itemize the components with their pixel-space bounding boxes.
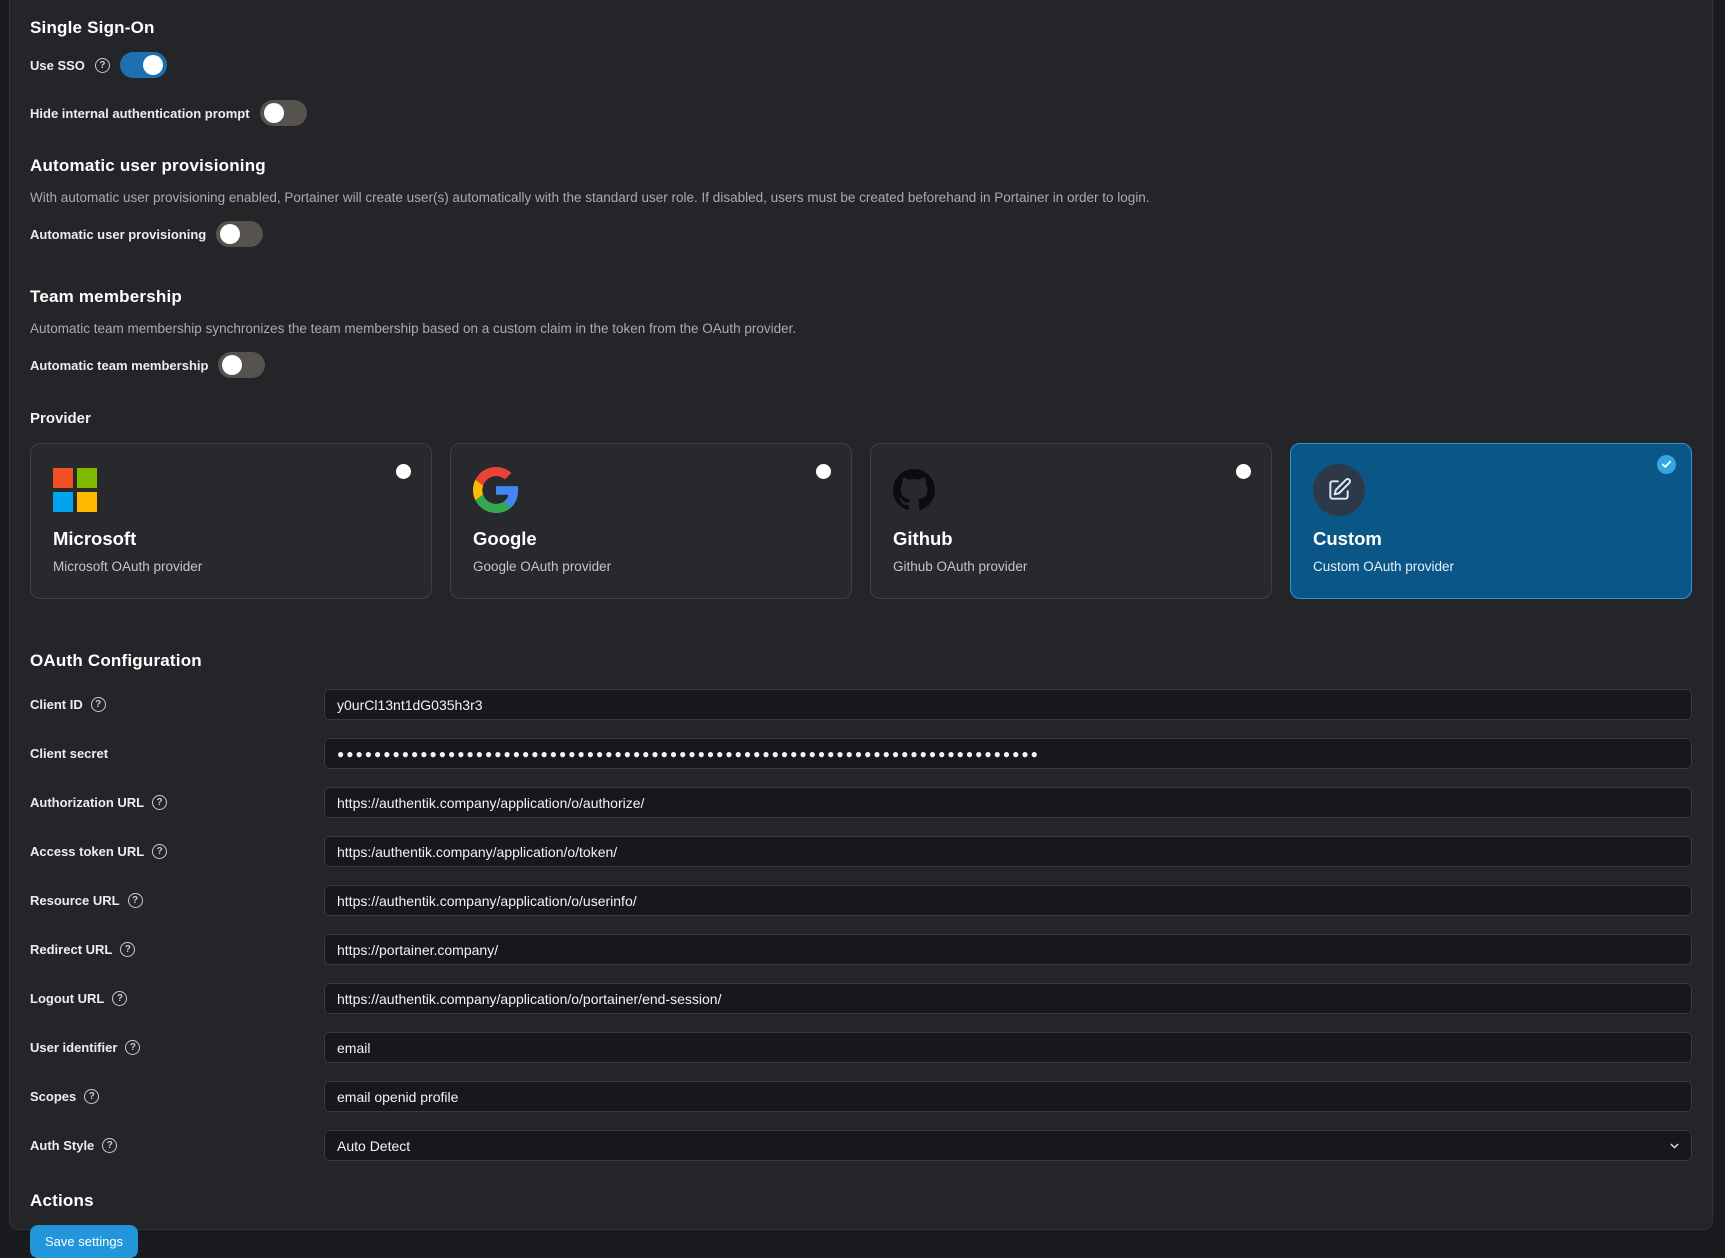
form-row-logout-url: Logout URL? (30, 983, 1692, 1014)
toggle-knob (222, 355, 242, 375)
help-icon[interactable]: ? (152, 844, 167, 859)
field-label-auth-style: Auth Style? (30, 1138, 324, 1153)
form-row-redirect-url: Redirect URL? (30, 934, 1692, 965)
field-label-text: Access token URL (30, 844, 144, 859)
auto-user-provisioning-description: With automatic user provisioning enabled… (30, 190, 1692, 205)
help-icon[interactable]: ? (152, 795, 167, 810)
github-logo-icon (893, 464, 1249, 516)
hide-internal-auth-toggle[interactable] (260, 100, 307, 126)
provider-card-custom[interactable]: Custom Custom OAuth provider (1290, 443, 1692, 599)
auth-style-select[interactable]: Auto Detect (324, 1130, 1692, 1161)
auto-user-provisioning-row: Automatic user provisioning (30, 221, 1692, 247)
select-wrap-auth-style: Auto Detect (324, 1130, 1692, 1161)
field-label-client-id: Client ID? (30, 697, 324, 712)
auto-user-provisioning-toggle[interactable] (216, 221, 263, 247)
save-settings-button[interactable]: Save settings (30, 1225, 138, 1258)
field-label-text: Logout URL (30, 991, 104, 1006)
form-row-user-identifier: User identifier? (30, 1032, 1692, 1063)
use-sso-help-icon[interactable]: ? (95, 58, 110, 73)
form-row-client-id: Client ID? (30, 689, 1692, 720)
help-icon[interactable]: ? (125, 1040, 140, 1055)
google-logo-icon (473, 464, 829, 516)
field-label-text: Auth Style (30, 1138, 94, 1153)
field-label-text: Redirect URL (30, 942, 112, 957)
field-label-authorization-url: Authorization URL? (30, 795, 324, 810)
redirect-url-input[interactable] (324, 934, 1692, 965)
help-icon[interactable]: ? (120, 942, 135, 957)
resource-url-input[interactable] (324, 885, 1692, 916)
oauth-configuration-heading: OAuth Configuration (30, 651, 1692, 671)
client-id-input[interactable] (324, 689, 1692, 720)
toggle-knob (220, 224, 240, 244)
use-sso-row: Use SSO ? (30, 52, 1692, 78)
toggle-knob (264, 103, 284, 123)
hide-internal-auth-row: Hide internal authentication prompt (30, 100, 1692, 126)
team-membership-description: Automatic team membership synchronizes t… (30, 321, 1692, 336)
help-icon[interactable]: ? (102, 1138, 117, 1153)
radio-unselected-icon[interactable] (396, 464, 411, 479)
selected-check-icon[interactable] (1657, 455, 1676, 474)
logout-url-input[interactable] (324, 983, 1692, 1014)
field-label-text: Resource URL (30, 893, 120, 908)
team-membership-heading: Team membership (30, 287, 1692, 307)
team-membership-row: Automatic team membership (30, 352, 1692, 378)
provider-card-google[interactable]: Google Google OAuth provider (450, 443, 852, 599)
form-row-access-token-url: Access token URL? (30, 836, 1692, 867)
oauth-config-form: Client ID? Client secret Authorization URL… (30, 689, 1692, 1161)
use-sso-toggle[interactable] (120, 52, 167, 78)
provider-name: Github (893, 528, 1249, 550)
provider-description: Custom OAuth provider (1313, 559, 1669, 574)
settings-panel: Single Sign-On Use SSO ? Hide internal a… (9, 0, 1713, 1230)
field-label-redirect-url: Redirect URL? (30, 942, 324, 957)
provider-description: Github OAuth provider (893, 559, 1249, 574)
use-sso-label: Use SSO (30, 58, 85, 73)
field-label-client-secret: Client secret (30, 746, 324, 761)
help-icon[interactable]: ? (84, 1089, 99, 1104)
field-label-text: User identifier (30, 1040, 117, 1055)
form-row-resource-url: Resource URL? (30, 885, 1692, 916)
help-icon[interactable]: ? (112, 991, 127, 1006)
form-row-scopes: Scopes? (30, 1081, 1692, 1112)
field-label-text: Client ID (30, 697, 83, 712)
provider-cards: MicrosoftMicrosoft OAuth providerGoogleG… (30, 443, 1692, 599)
provider-heading: Provider (30, 410, 1692, 427)
radio-unselected-icon[interactable] (1236, 464, 1251, 479)
help-icon[interactable]: ? (128, 893, 143, 908)
client-secret-input[interactable] (324, 738, 1692, 769)
form-row-auth-style: Auth Style?Auto Detect (30, 1130, 1692, 1161)
field-label-resource-url: Resource URL? (30, 893, 324, 908)
microsoft-logo-icon (53, 464, 409, 516)
auto-user-provisioning-heading: Automatic user provisioning (30, 156, 1692, 176)
hide-internal-auth-label: Hide internal authentication prompt (30, 106, 250, 121)
field-label-access-token-url: Access token URL? (30, 844, 324, 859)
edit-icon (1313, 464, 1669, 516)
provider-description: Google OAuth provider (473, 559, 829, 574)
form-row-authorization-url: Authorization URL? (30, 787, 1692, 818)
scopes-input[interactable] (324, 1081, 1692, 1112)
single-sign-on-heading: Single Sign-On (30, 18, 1692, 38)
field-label-text: Client secret (30, 746, 108, 761)
field-label-user-identifier: User identifier? (30, 1040, 324, 1055)
provider-name: Microsoft (53, 528, 409, 550)
team-membership-label: Automatic team membership (30, 358, 208, 373)
provider-name: Custom (1313, 528, 1669, 550)
access-token-url-input[interactable] (324, 836, 1692, 867)
form-row-client-secret: Client secret (30, 738, 1692, 769)
provider-card-microsoft[interactable]: Microsoft Microsoft OAuth provider (30, 443, 432, 599)
auto-user-provisioning-label: Automatic user provisioning (30, 227, 206, 242)
field-label-scopes: Scopes? (30, 1089, 324, 1104)
provider-description: Microsoft OAuth provider (53, 559, 409, 574)
field-label-logout-url: Logout URL? (30, 991, 324, 1006)
provider-name: Google (473, 528, 829, 550)
user-identifier-input[interactable] (324, 1032, 1692, 1063)
team-membership-toggle[interactable] (218, 352, 265, 378)
help-icon[interactable]: ? (91, 697, 106, 712)
field-label-text: Authorization URL (30, 795, 144, 810)
toggle-knob (143, 55, 163, 75)
actions-heading: Actions (30, 1191, 1692, 1211)
provider-card-github[interactable]: Github Github OAuth provider (870, 443, 1272, 599)
authorization-url-input[interactable] (324, 787, 1692, 818)
radio-unselected-icon[interactable] (816, 464, 831, 479)
field-label-text: Scopes (30, 1089, 76, 1104)
